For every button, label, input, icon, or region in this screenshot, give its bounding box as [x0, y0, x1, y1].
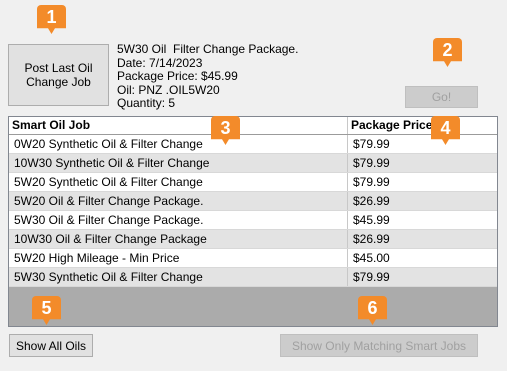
package-name-label: 5W30 Oil Filter Change Package. [117, 42, 299, 56]
cell-package-price[interactable]: $79.99 [348, 154, 497, 172]
table-row[interactable]: 5W20 High Mileage - Min Price $45.00 [9, 249, 497, 268]
post-last-oil-change-job-button[interactable]: Post Last Oil Change Job [8, 44, 109, 106]
cell-package-price[interactable]: $26.99 [348, 192, 497, 210]
smart-oil-job-grid[interactable]: Smart Oil Job Package Price 0W20 Synthet… [8, 116, 498, 327]
go-button[interactable]: Go! [405, 86, 478, 108]
callout-badge-1: 1 [37, 5, 66, 34]
cell-smart-oil-job[interactable]: 5W20 High Mileage - Min Price [9, 249, 348, 267]
package-price-label: Package Price: $45.99 [117, 69, 238, 83]
package-quantity-label: Quantity: 5 [117, 96, 176, 110]
table-row[interactable]: 5W30 Oil & Filter Change Package. $45.99 [9, 211, 497, 230]
column-header-smart-oil-job[interactable]: Smart Oil Job [9, 117, 348, 134]
cell-package-price[interactable]: $45.00 [348, 249, 497, 267]
table-row[interactable]: 10W30 Synthetic Oil & Filter Change $79.9… [9, 154, 497, 173]
callout-badge-2: 2 [433, 38, 462, 67]
table-row[interactable]: 10W30 Oil & Filter Change Package $26.99 [9, 230, 497, 249]
grid-header: Smart Oil Job Package Price [9, 117, 497, 135]
package-date-label: Date: 7/14/2023 [117, 55, 203, 70]
cell-package-price[interactable]: $26.99 [348, 230, 497, 248]
show-only-matching-smart-jobs-button[interactable]: Show Only Matching Smart Jobs [280, 334, 478, 357]
cell-smart-oil-job[interactable]: 0W20 Synthetic Oil & Filter Change [9, 135, 348, 153]
cell-package-price[interactable]: $79.99 [348, 135, 497, 153]
package-oil-label: Oil: PNZ .OIL5W20 [117, 82, 220, 97]
show-all-oils-button[interactable]: Show All Oils [9, 334, 93, 357]
package-info-panel: 5W30 Oil Filter Change Package. Date: 7/… [117, 42, 299, 111]
table-row[interactable]: 0W20 Synthetic Oil & Filter Change $79.99 [9, 135, 497, 154]
grid-body: 0W20 Synthetic Oil & Filter Change $79.99… [9, 135, 497, 287]
cell-smart-oil-job[interactable]: 5W20 Synthetic Oil & Filter Change [9, 173, 348, 191]
cell-package-price[interactable]: $79.99 [348, 173, 497, 191]
cell-smart-oil-job[interactable]: 10W30 Oil & Filter Change Package [9, 230, 348, 248]
cell-package-price[interactable]: $45.99 [348, 211, 497, 229]
table-row[interactable]: 5W20 Synthetic Oil & Filter Change $79.99 [9, 173, 497, 192]
cell-package-price[interactable]: $79.99 [348, 268, 497, 286]
column-header-package-price[interactable]: Package Price [348, 117, 497, 134]
cell-smart-oil-job[interactable]: 10W30 Synthetic Oil & Filter Change [9, 154, 348, 172]
table-row[interactable]: 5W30 Synthetic Oil & Filter Change $79.99 [9, 268, 497, 287]
table-row[interactable]: 5W20 Oil & Filter Change Package. $26.99 [9, 192, 497, 211]
cell-smart-oil-job[interactable]: 5W30 Oil & Filter Change Package. [9, 211, 348, 229]
cell-smart-oil-job[interactable]: 5W30 Synthetic Oil & Filter Change [9, 268, 348, 286]
cell-smart-oil-job[interactable]: 5W20 Oil & Filter Change Package. [9, 192, 348, 210]
